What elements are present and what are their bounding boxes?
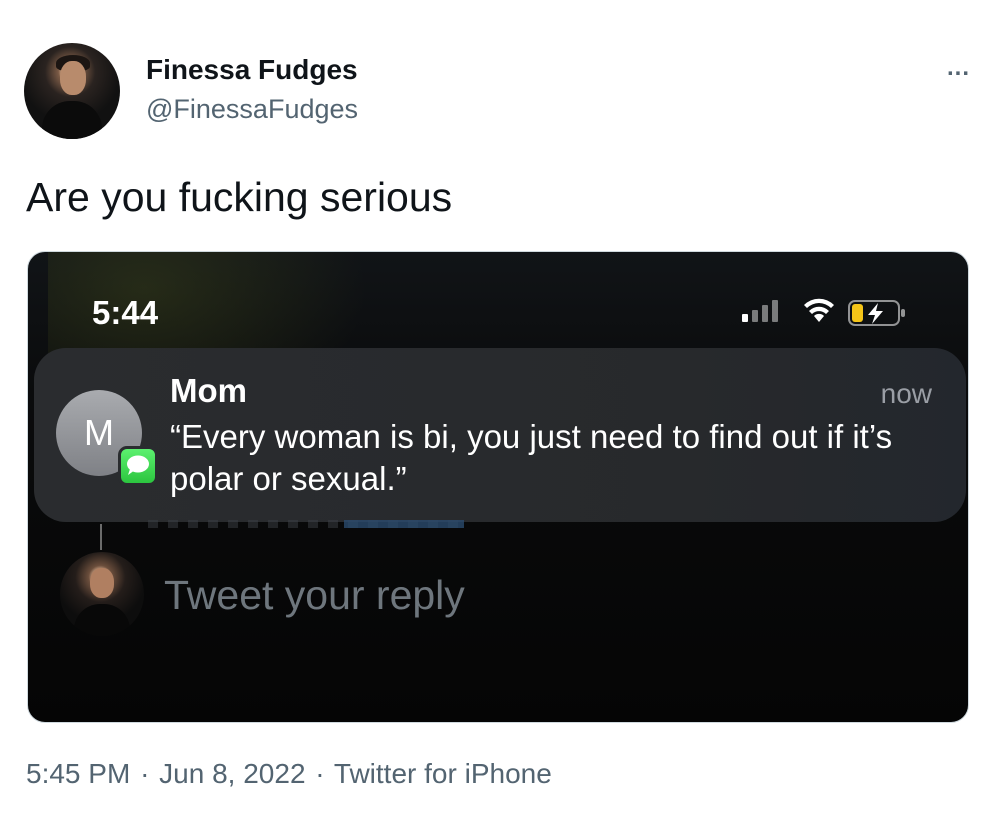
author-avatar[interactable] — [24, 43, 120, 139]
tweet-date[interactable]: Jun 8, 2022 — [159, 758, 305, 789]
notification-message: “Every woman is bi, you just need to fin… — [170, 418, 893, 497]
message-notification[interactable]: M Mom now “Every woman is bi, you just n… — [34, 348, 966, 522]
avatar-suit — [74, 604, 130, 636]
messages-icon — [118, 446, 158, 486]
meta-separator: · — [140, 758, 150, 789]
author-handle[interactable]: @FinessaFudges — [146, 94, 358, 125]
tweet-text: Are you fucking serious — [26, 174, 453, 220]
tweet-media-image[interactable]: 5:44 M Mom now “Every woman is bi, you j… — [27, 251, 969, 723]
cellular-signal-icon — [742, 296, 786, 322]
reply-input-placeholder: Tweet your reply — [164, 572, 465, 618]
author-name[interactable]: Finessa Fudges — [146, 54, 358, 86]
status-bar-icons — [742, 296, 942, 326]
tweet-time[interactable]: 5:45 PM — [26, 758, 130, 789]
battery-charging-icon — [848, 300, 905, 326]
tweet-source[interactable]: Twitter for iPhone — [334, 758, 552, 789]
thread-line — [100, 524, 102, 550]
wifi-icon — [804, 298, 834, 322]
tweet-metadata: 5:45 PM · Jun 8, 2022 · Twitter for iPho… — [26, 758, 554, 790]
more-options-icon[interactable]: ... — [947, 54, 970, 82]
reply-avatar — [60, 552, 144, 636]
avatar-face — [60, 61, 86, 95]
tweet-header: Finessa Fudges @FinessaFudges ... — [24, 40, 974, 140]
meta-separator: · — [315, 758, 325, 789]
avatar-face — [90, 568, 114, 598]
replying-to-link-obscured — [344, 520, 464, 528]
avatar-suit — [42, 101, 102, 139]
notification-sender: Mom — [170, 372, 247, 409]
status-bar-clock: 5:44 — [92, 294, 159, 331]
notification-time: now — [880, 378, 932, 409]
